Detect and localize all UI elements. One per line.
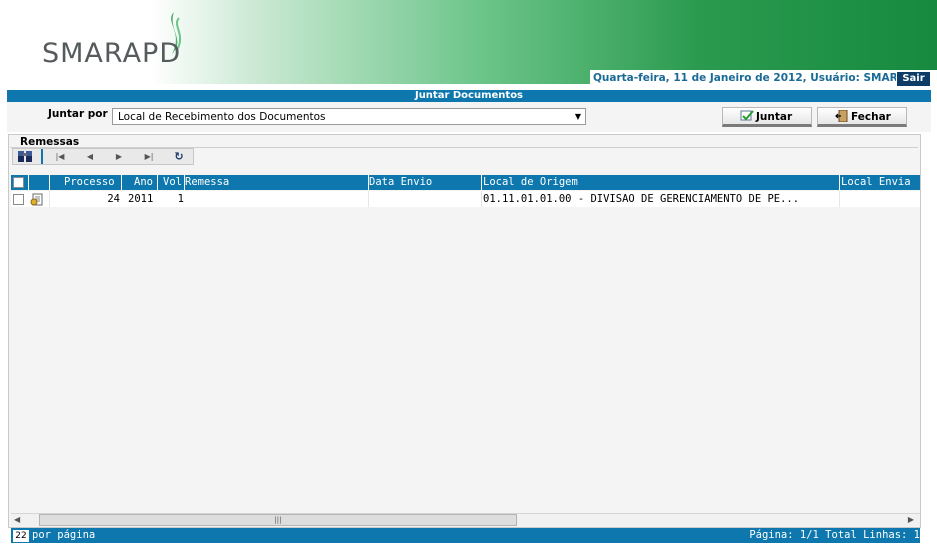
- column-header-data-envio[interactable]: Data Envio: [369, 176, 432, 188]
- pagination-info: Página: 1/1 Total Linhas: 1: [749, 529, 920, 541]
- grid-header: Processo Ano Vol Remessa Data Envio Loca…: [11, 175, 920, 190]
- cell-separator: [839, 191, 840, 207]
- cell-separator: [49, 191, 50, 207]
- search-binoculars-icon[interactable]: [17, 150, 35, 163]
- column-header-local-envia[interactable]: Local Envia: [841, 176, 911, 188]
- scrollbar-thumb[interactable]: |||: [39, 514, 517, 526]
- app-logo: SMARAPD: [42, 38, 182, 69]
- column-separator: [157, 175, 158, 190]
- close-button-label: Fechar: [851, 111, 891, 123]
- scroll-left-icon[interactable]: ◀: [14, 515, 20, 524]
- page-title: Juntar Documentos: [7, 90, 931, 102]
- previous-page-icon[interactable]: ◀: [80, 150, 100, 163]
- column-separator: [839, 175, 840, 190]
- row-checkbox[interactable]: [13, 194, 24, 205]
- grid-toolbar: [12, 148, 194, 165]
- rows-per-page-input[interactable]: 22: [13, 530, 29, 542]
- cell-vol: 1: [177, 193, 184, 205]
- cell-local-origem: 01.11.01.01.00 - DIVISAO DE GERENCIAMENT…: [483, 193, 800, 205]
- column-header-remessa[interactable]: Remessa: [185, 176, 229, 188]
- refresh-icon[interactable]: ↻: [169, 150, 189, 163]
- exit-door-icon: [835, 110, 848, 122]
- column-separator: [49, 175, 50, 190]
- column-header-ano[interactable]: Ano: [134, 176, 153, 188]
- select-all-checkbox[interactable]: [13, 177, 24, 188]
- scroll-right-icon[interactable]: ▶: [908, 515, 914, 524]
- last-page-icon[interactable]: ▶|: [139, 150, 159, 163]
- column-separator: [121, 175, 122, 190]
- column-separator: [481, 175, 482, 190]
- join-by-label: Juntar por: [48, 108, 108, 120]
- cell-processo: 24: [107, 193, 120, 205]
- next-page-icon[interactable]: ▶: [109, 150, 129, 163]
- column-separator: [28, 175, 29, 190]
- horizontal-scrollbar[interactable]: ◀ ||| ▶: [11, 513, 920, 526]
- column-header-local-origem[interactable]: Local de Origem: [483, 176, 578, 188]
- join-documents-icon: [740, 110, 754, 121]
- column-header-vol[interactable]: Vol: [163, 176, 182, 188]
- cell-ano: 2011: [128, 193, 154, 205]
- rows-per-page-label: por página: [32, 529, 96, 541]
- column-header-processo[interactable]: Processo: [64, 176, 115, 188]
- cell-separator: [481, 191, 482, 207]
- cell-separator: [368, 191, 369, 207]
- user-status-text: Quarta-feira, 11 de Janeiro de 2012, Usu…: [593, 72, 898, 84]
- join-by-value: Local de Recebimento dos Documentos: [118, 111, 326, 123]
- first-page-icon[interactable]: |◀: [50, 150, 70, 163]
- dropdown-arrow-icon: ▼: [574, 112, 581, 121]
- grid-footer: 22 por página Página: 1/1 Total Linhas: …: [11, 528, 920, 543]
- toolbar-divider: [41, 149, 43, 164]
- close-button[interactable]: Fechar: [817, 107, 907, 127]
- join-button-label: Juntar: [756, 111, 793, 123]
- table-row[interactable]: 24 2011 1 01.11.01.01.00 - DIVISAO DE GE…: [11, 191, 920, 207]
- document-details-icon[interactable]: [30, 193, 44, 206]
- join-button[interactable]: Juntar: [722, 107, 812, 127]
- join-by-select[interactable]: Local de Recebimento dos Documentos ▼: [112, 108, 586, 125]
- logout-button[interactable]: Sair: [896, 71, 931, 87]
